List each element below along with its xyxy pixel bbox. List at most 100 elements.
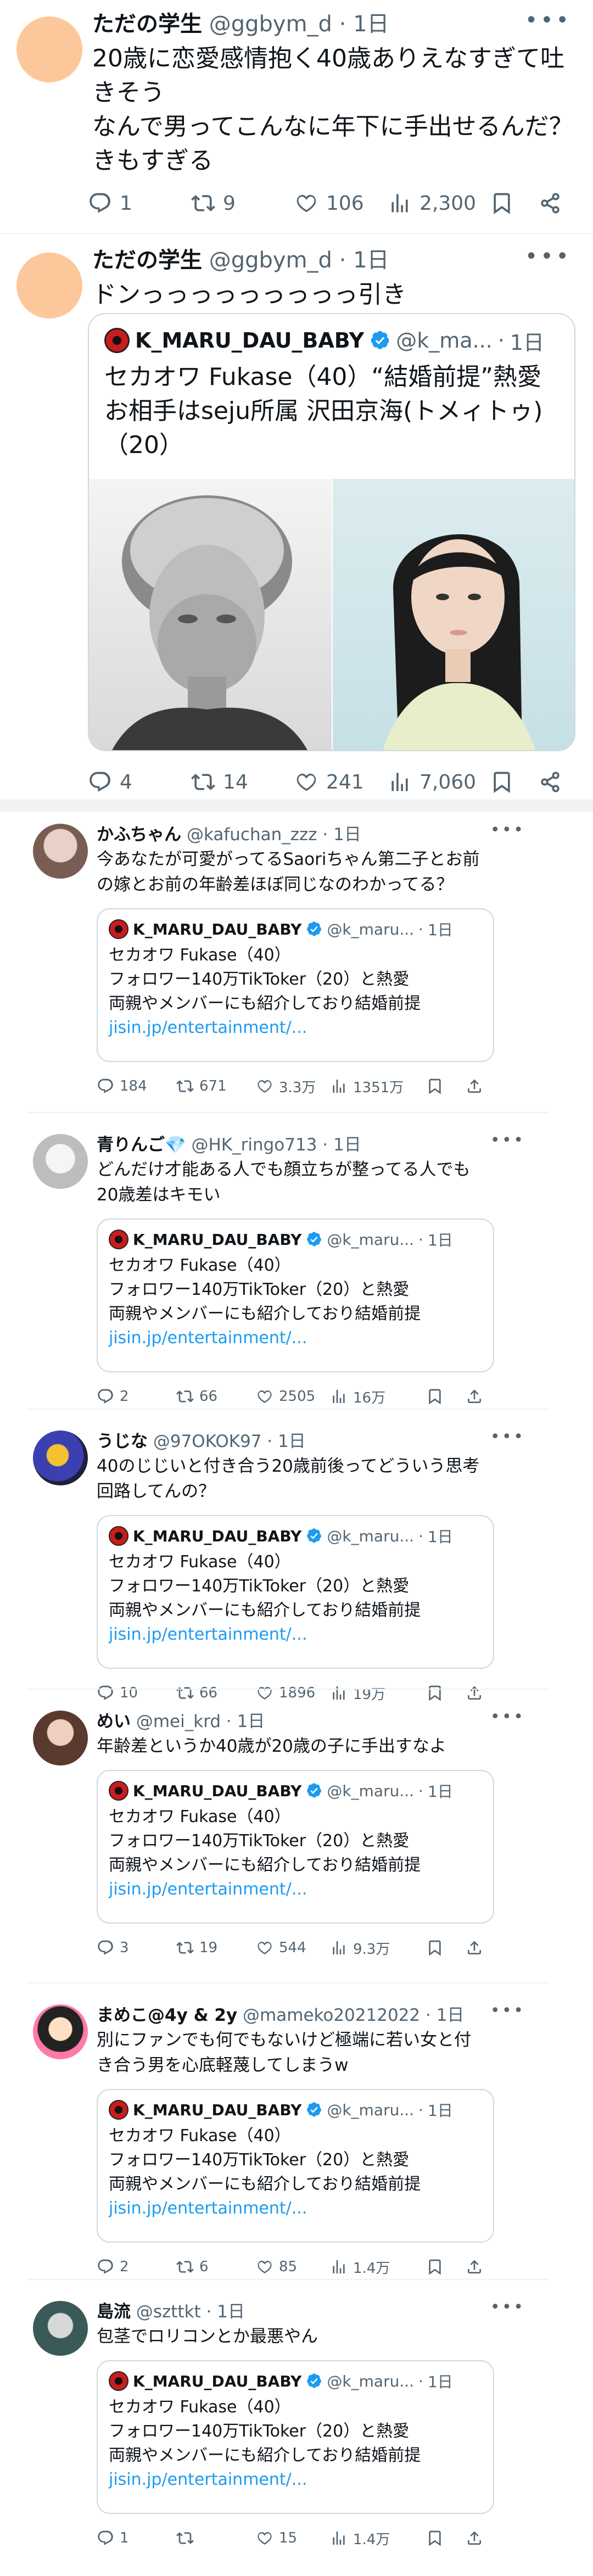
quoted-tweet-card[interactable]: K_MARU_DAU_BABY @k_maru... · 1日 セカオワ Fukas…: [97, 2360, 494, 2514]
retweet-button[interactable]: 19: [176, 1936, 217, 1960]
article-link[interactable]: jisin.jp/entertainment/...: [109, 2468, 482, 2492]
author-handle[interactable]: @mameko20212022: [243, 2005, 420, 2025]
author-name[interactable]: 青りんご💎: [97, 1135, 186, 1155]
upload-button[interactable]: [466, 1074, 483, 1098]
more-options-icon[interactable]: • • •: [490, 1707, 523, 1726]
quoted-tweet-card[interactable]: K_MARU_DAU_BABY @k_maru... · 1日 セカオワ Fukas…: [97, 908, 494, 1062]
article-link[interactable]: jisin.jp/entertainment/...: [109, 2197, 482, 2221]
more-options-icon[interactable]: • • •: [490, 2001, 523, 2020]
author-handle[interactable]: @HK_ringo713: [191, 1135, 317, 1155]
retweet-button[interactable]: 6: [176, 2255, 209, 2279]
retweet-button[interactable]: 9: [191, 187, 236, 220]
quote-tweet-card[interactable]: K_MARU_DAU_BABY @k_ma... · 1日 セカオワ Fukas…: [88, 313, 575, 751]
bookmark-button[interactable]: [426, 2526, 444, 2550]
timestamp[interactable]: 1日: [237, 1712, 265, 1731]
reply-tweet[interactable]: めい @mei_krd · 1日 • • • 年齢差というか40歳が20歳の子に…: [0, 1700, 593, 1969]
like-button[interactable]: 106: [294, 187, 364, 220]
author-handle[interactable]: @kafuchan_zzz: [187, 825, 317, 845]
tweet-1[interactable]: ただの学生 @ggbym_d · 1日 • • • 20歳に恋愛感情抱く40歳あ…: [0, 0, 593, 234]
author-name[interactable]: ただの学生: [92, 248, 202, 273]
reply-tweet[interactable]: うじな @97OKOK97 · 1日 • • • 40のじじいと付き合う20歳前…: [0, 1420, 593, 1714]
like-button[interactable]: 2505: [256, 1384, 315, 1409]
quoted-tweet-card[interactable]: K_MARU_DAU_BABY @k_maru... · 1日 セカオワ Fukas…: [97, 1219, 494, 1372]
author-handle[interactable]: @ggbym_d: [209, 248, 332, 273]
author-name[interactable]: ただの学生: [92, 12, 202, 37]
more-options-icon[interactable]: • • •: [525, 244, 569, 269]
views-button[interactable]: 2,300: [388, 187, 476, 220]
bookmark-button[interactable]: [490, 765, 514, 798]
avatar[interactable]: [33, 824, 88, 879]
timestamp[interactable]: 1日: [353, 12, 389, 37]
like-button[interactable]: 241: [294, 765, 364, 798]
share-button[interactable]: [538, 765, 562, 798]
article-link[interactable]: jisin.jp/entertainment/...: [109, 1326, 482, 1350]
photo-woman[interactable]: [333, 479, 574, 750]
author-name[interactable]: まめこ@4y & 2y: [97, 2005, 237, 2025]
views-button[interactable]: 1.4万: [330, 2526, 390, 2550]
avatar[interactable]: [33, 1711, 88, 1765]
timestamp[interactable]: 1日: [278, 1432, 306, 1451]
more-options-icon[interactable]: • • •: [490, 1131, 523, 1150]
reply-button[interactable]: 3: [97, 1936, 129, 1960]
avatar[interactable]: [33, 1134, 88, 1189]
author-name[interactable]: かふちゃん: [97, 825, 181, 845]
more-options-icon[interactable]: • • •: [490, 2298, 523, 2317]
reply-tweet[interactable]: かふちゃん @kafuchan_zzz · 1日 • • • 今あなたが可愛がっ…: [0, 813, 593, 1107]
author-handle[interactable]: @mei_krd: [136, 1712, 221, 1731]
article-link[interactable]: jisin.jp/entertainment/...: [109, 1016, 482, 1040]
reply-button[interactable]: 1: [97, 2526, 129, 2550]
upload-button[interactable]: [466, 1384, 483, 1409]
avatar[interactable]: [16, 253, 82, 318]
timestamp[interactable]: 1日: [217, 2302, 245, 2322]
timestamp[interactable]: 1日: [333, 825, 361, 845]
avatar[interactable]: [33, 2004, 88, 2059]
reply-button[interactable]: 184: [97, 1074, 147, 1098]
reply-button[interactable]: 1: [88, 187, 132, 220]
retweet-button[interactable]: 66: [176, 1384, 217, 1409]
reply-button[interactable]: 4: [88, 765, 132, 798]
like-button[interactable]: 3.3万: [256, 1074, 316, 1098]
bookmark-button[interactable]: [426, 1074, 444, 1098]
reply-button[interactable]: 2: [97, 2255, 129, 2279]
bookmark-button[interactable]: [490, 187, 514, 220]
author-name[interactable]: うじな: [97, 1432, 148, 1451]
retweet-button[interactable]: 671: [176, 1074, 227, 1098]
bookmark-button[interactable]: [426, 2255, 444, 2279]
views-button[interactable]: 9.3万: [330, 1936, 390, 1960]
upload-button[interactable]: [466, 1936, 483, 1960]
author-name[interactable]: めい: [97, 1712, 131, 1731]
reply-tweet[interactable]: まめこ@4y & 2y @mameko20212022 · 1日 • • • 別…: [0, 1993, 593, 2288]
author-handle[interactable]: @szttkt: [136, 2302, 201, 2322]
views-button[interactable]: 1.4万: [330, 2255, 390, 2279]
like-button[interactable]: 544: [256, 1936, 306, 1960]
tweet-2[interactable]: ただの学生 @ggbym_d · 1日 • • • ドンっっっっっっっっっ引き …: [0, 236, 593, 807]
reply-button[interactable]: 2: [97, 1384, 129, 1409]
more-options-icon[interactable]: • • •: [525, 8, 569, 33]
retweet-button[interactable]: 14: [191, 765, 248, 798]
article-link[interactable]: jisin.jp/entertainment/...: [109, 1877, 482, 1902]
avatar[interactable]: [16, 16, 82, 82]
avatar[interactable]: [33, 2301, 88, 2356]
retweet-button[interactable]: [176, 2526, 199, 2550]
quoted-tweet-card[interactable]: K_MARU_DAU_BABY @k_maru... · 1日 セカオワ Fukas…: [97, 1515, 494, 1669]
bookmark-button[interactable]: [426, 1384, 444, 1409]
views-button[interactable]: 7,060: [388, 765, 476, 798]
reply-tweet[interactable]: 島流 @szttkt · 1日 • • • 包茎でロリコンとか最悪やん K_MA…: [0, 2290, 593, 2559]
like-button[interactable]: 85: [256, 2255, 297, 2279]
quoted-tweet-card[interactable]: K_MARU_DAU_BABY @k_maru... · 1日 セカオワ Fukas…: [97, 1770, 494, 1924]
share-button[interactable]: [538, 187, 562, 220]
timestamp[interactable]: 1日: [353, 248, 389, 273]
article-link[interactable]: jisin.jp/entertainment/...: [109, 1623, 482, 1647]
upload-button[interactable]: [466, 2255, 483, 2279]
reply-tweet[interactable]: 青りんご💎 @HK_ringo713 · 1日 • • • どんだけ才能ある人で…: [0, 1123, 593, 1417]
views-button[interactable]: 16万: [330, 1384, 385, 1409]
more-options-icon[interactable]: • • •: [490, 820, 523, 840]
views-button[interactable]: 1351万: [330, 1074, 404, 1098]
like-button[interactable]: 15: [256, 2526, 297, 2550]
timestamp[interactable]: 1日: [333, 1135, 361, 1155]
upload-button[interactable]: [466, 2526, 483, 2550]
bookmark-button[interactable]: [426, 1936, 444, 1960]
author-handle[interactable]: @97OKOK97: [153, 1432, 262, 1451]
avatar[interactable]: [33, 1431, 88, 1485]
author-name[interactable]: 島流: [97, 2302, 131, 2322]
